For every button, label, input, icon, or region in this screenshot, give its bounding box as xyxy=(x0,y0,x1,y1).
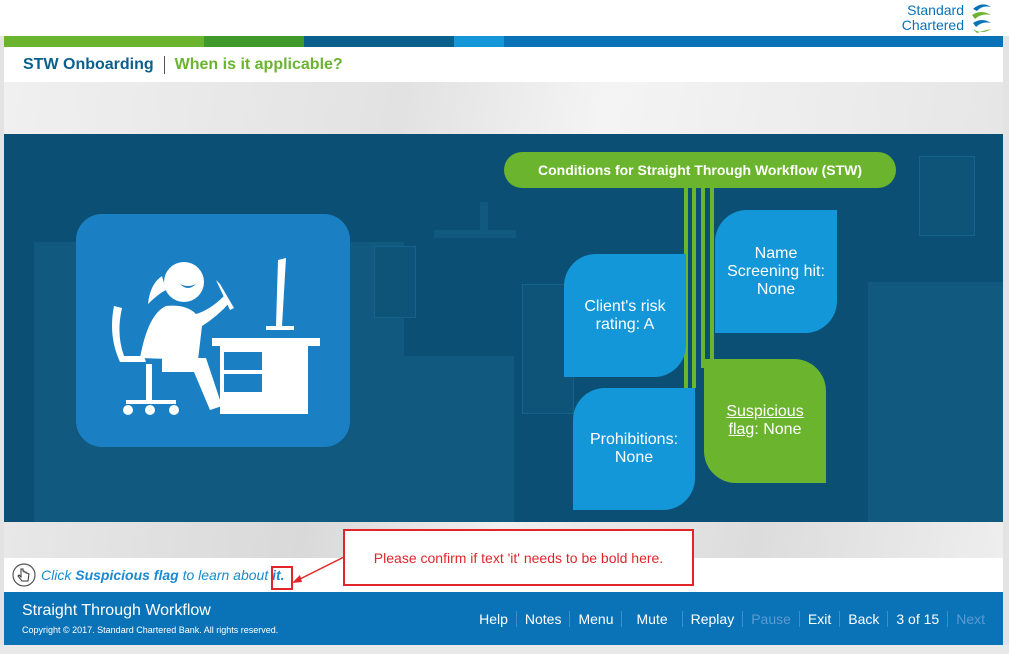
illustration-card xyxy=(76,214,350,447)
connector-line xyxy=(692,188,696,388)
review-arrow-icon xyxy=(292,556,345,583)
menu-button[interactable]: Menu xyxy=(569,610,621,627)
slide-scene: Conditions for Straight Through Workflow… xyxy=(4,134,1003,522)
background-calendar xyxy=(374,246,416,318)
page-title: When is it applicable? xyxy=(174,55,343,73)
player-navigation: Help Notes Menu Mute Replay Pause Exit B… xyxy=(471,592,993,645)
title-bar: STW Onboarding When is it applicable? xyxy=(4,47,1003,82)
mute-button[interactable]: Mute xyxy=(621,610,681,627)
connector-line xyxy=(710,188,714,368)
condition-prohibitions: Prohibitions: None xyxy=(573,388,695,510)
background-shelf xyxy=(434,230,516,238)
replay-button[interactable]: Replay xyxy=(681,610,743,627)
page-border-bottom xyxy=(0,645,1009,654)
condition-prohibitions-text: Prohibitions: None xyxy=(589,431,679,466)
page-border-right xyxy=(1003,36,1009,645)
page-counter: 3 of 15 xyxy=(887,610,947,627)
slide-stage: Conditions for Straight Through Workflow… xyxy=(4,82,1003,558)
suspicious-flag-value: : None xyxy=(754,421,802,438)
background-plant xyxy=(480,202,488,230)
stage-top-band xyxy=(4,82,1003,134)
hand-click-icon xyxy=(12,563,36,587)
instruction-bold-text: Suspicious flag xyxy=(75,567,179,583)
course-title: STW Onboarding xyxy=(23,55,165,74)
background-calendar-right xyxy=(919,156,975,236)
notes-button[interactable]: Notes xyxy=(515,610,570,627)
condition-risk-rating-text: Client's risk rating: A xyxy=(584,297,666,333)
footer-course-title: Straight Through Workflow xyxy=(22,602,211,619)
condition-name-screening-text: Name Screening hit: None xyxy=(727,244,825,298)
back-button[interactable]: Back xyxy=(839,610,887,627)
brand-name: Standard Chartered xyxy=(902,3,964,33)
condition-suspicious-flag-text: Suspicious flag: None xyxy=(714,403,816,439)
instruction-text-mid: to learn about xyxy=(182,567,269,583)
brand-name-line1: Standard xyxy=(907,2,964,18)
help-button[interactable]: Help xyxy=(471,611,516,627)
pause-button[interactable]: Pause xyxy=(742,610,799,627)
instruction-text: Click xyxy=(41,567,72,583)
conditions-title-pill: Conditions for Straight Through Workflow… xyxy=(504,152,896,188)
standard-chartered-logo-icon xyxy=(972,4,991,33)
footer-bar: Straight Through Workflow Copyright © 20… xyxy=(4,592,1003,645)
connector-line xyxy=(701,188,705,368)
brand-color-bar xyxy=(4,36,1003,47)
review-comment-callout: Please confirm if text 'it' needs to be … xyxy=(343,529,694,586)
brand-logo: Standard Chartered xyxy=(902,0,995,36)
next-button[interactable]: Next xyxy=(947,610,993,627)
brand-name-line2: Chartered xyxy=(901,17,964,33)
condition-name-screening: Name Screening hit: None xyxy=(715,210,837,333)
condition-suspicious-flag[interactable]: Suspicious flag: None xyxy=(704,359,826,483)
condition-risk-rating: Client's risk rating: A xyxy=(564,254,686,377)
background-cabinet-right xyxy=(868,282,1003,522)
exit-button[interactable]: Exit xyxy=(798,610,839,627)
review-comment-text: Please confirm if text 'it' needs to be … xyxy=(373,549,664,566)
footer-copyright: Copyright © 2017. Standard Chartered Ban… xyxy=(22,625,279,635)
woman-at-desk-icon xyxy=(112,258,320,415)
